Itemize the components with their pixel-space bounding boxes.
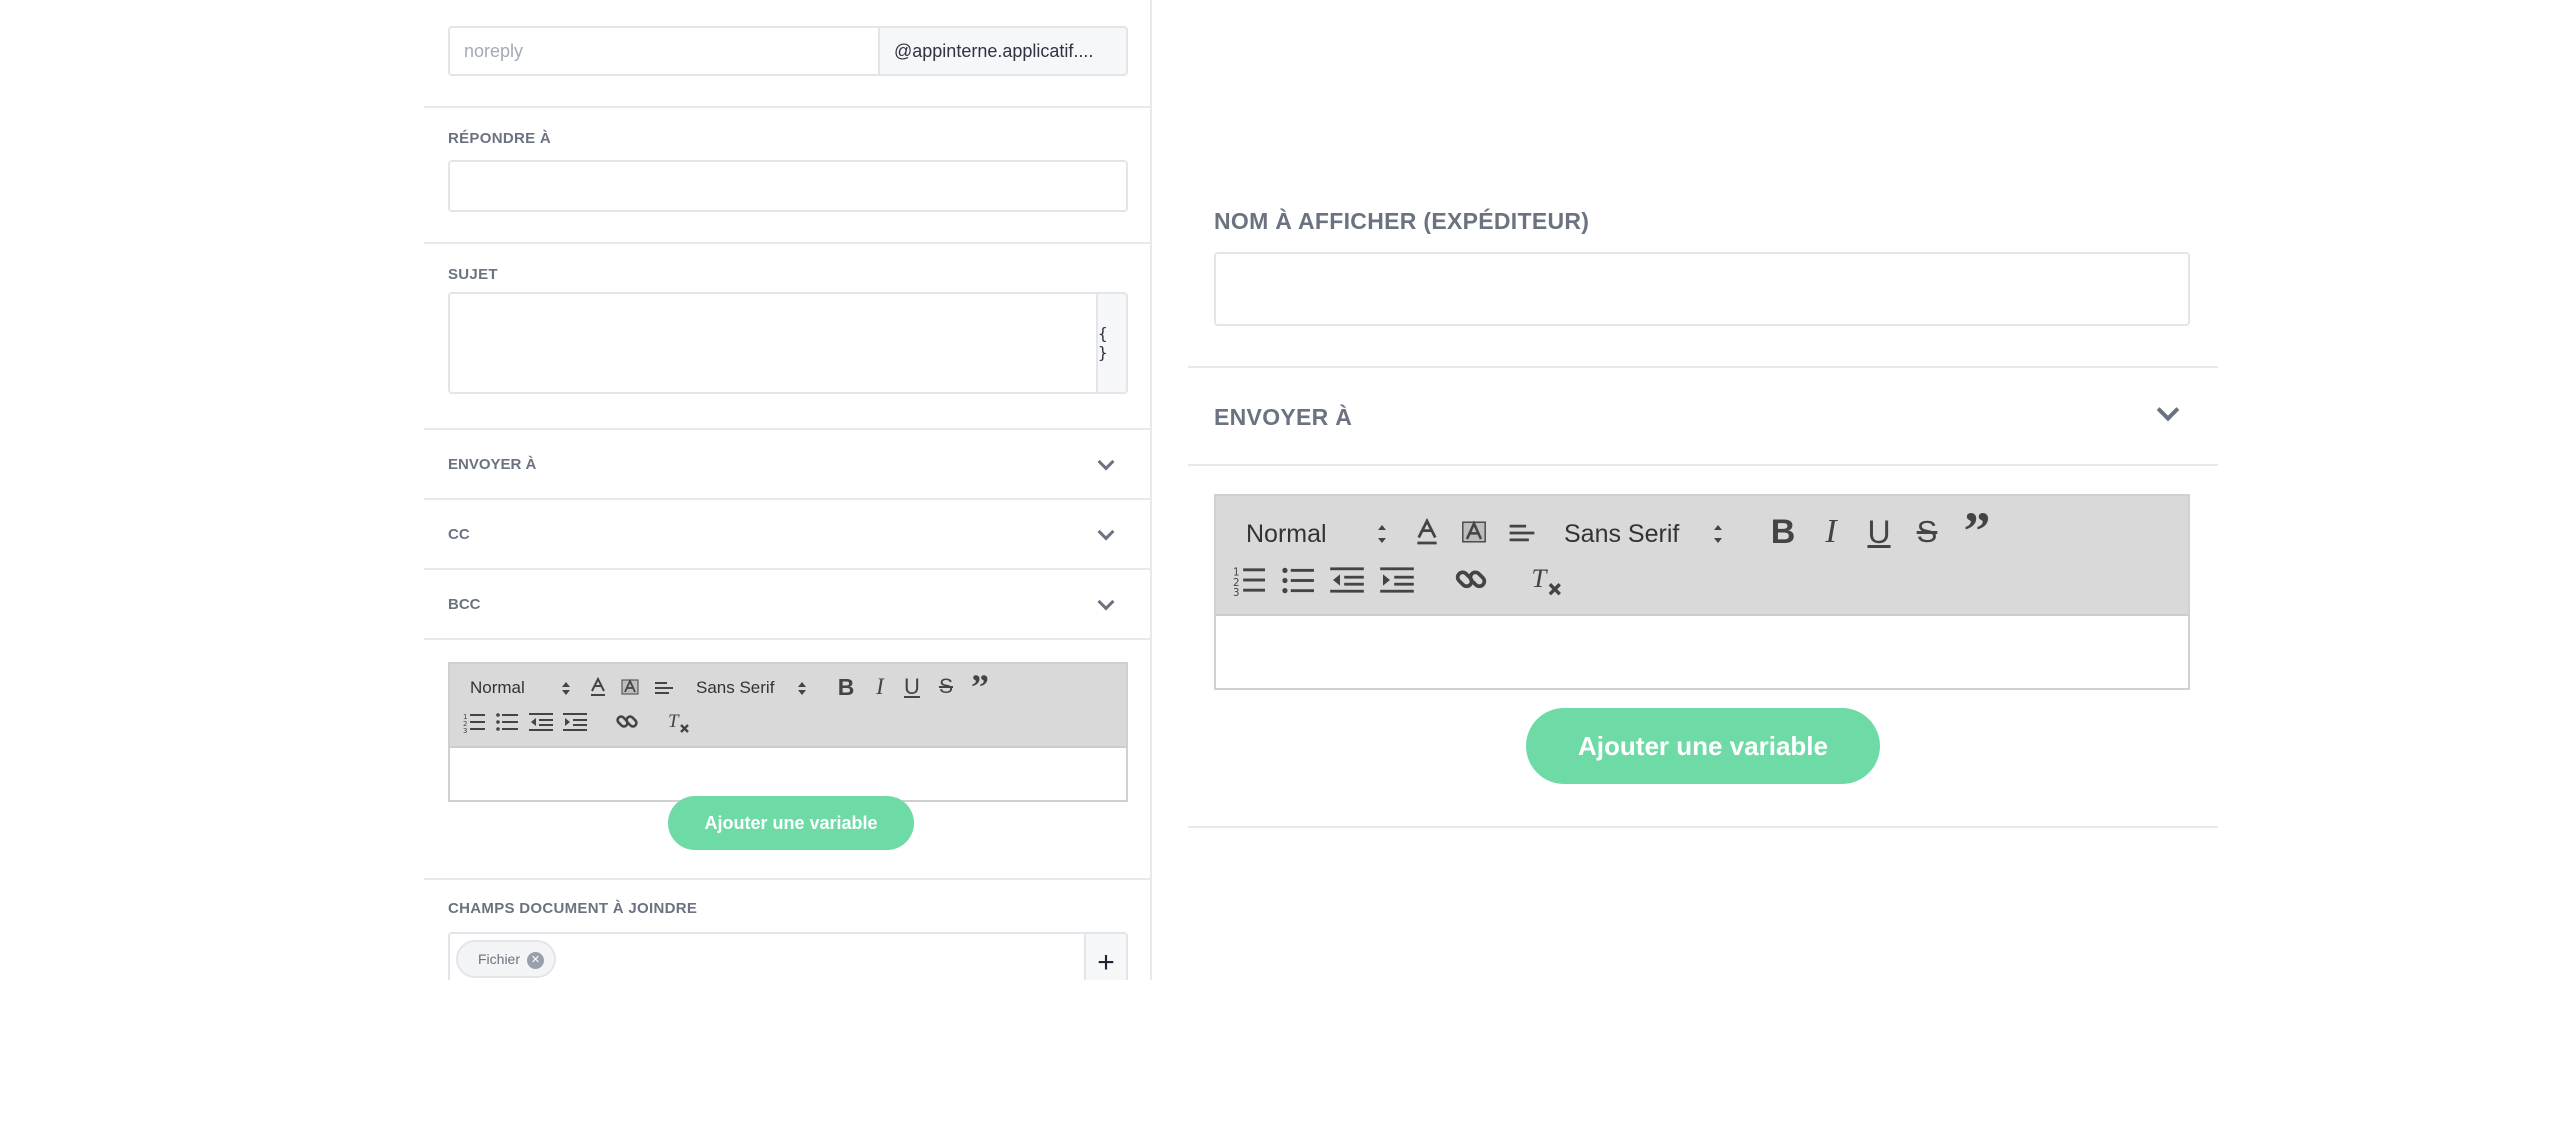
reply-to-label: RÉPONDRE À <box>448 130 552 147</box>
attachments-tag-input[interactable]: Fichier ✕ + <box>448 932 1128 980</box>
accordion-cc-label: CC <box>448 526 470 543</box>
sender-email-section: noreply @appinterne.applicatif.... <box>424 0 1150 108</box>
accordion-send-to-right[interactable]: ENVOYER À <box>1188 368 2218 464</box>
font-select[interactable]: Sans Serif <box>1564 520 1679 549</box>
right-form-panel: NOM À AFFICHER (EXPÉDITEUR) ENVOYER À No… <box>1188 0 2218 900</box>
display-name-input[interactable] <box>1214 252 2190 326</box>
font-color-icon[interactable] <box>588 674 608 700</box>
bullet-list-icon[interactable] <box>1280 560 1316 600</box>
clear-formatting-icon[interactable]: T <box>666 708 692 736</box>
accordion-bcc[interactable]: BCC <box>424 572 1150 640</box>
background-color-icon[interactable] <box>1460 514 1488 550</box>
remove-chip-icon[interactable]: ✕ <box>527 952 544 969</box>
blockquote-icon[interactable]: ” <box>968 667 992 707</box>
divider <box>1188 826 2218 828</box>
format-select[interactable]: Normal <box>1246 520 1327 549</box>
divider <box>1188 464 2218 466</box>
background-color-icon[interactable] <box>620 674 640 700</box>
editor-toolbar-right: Normal Sans Serif B I U S ” 123 T <box>1216 496 2188 616</box>
outdent-icon[interactable] <box>528 708 554 736</box>
accordion-send-to-right-label: ENVOYER À <box>1214 404 1353 430</box>
accordion-send-to-label: ENVOYER À <box>448 456 537 473</box>
editor-content-area[interactable] <box>1216 616 2188 688</box>
italic-icon[interactable]: I <box>870 674 890 700</box>
chevron-down-icon <box>1097 523 1115 541</box>
attachments-label: CHAMPS DOCUMENT À JOINDRE <box>448 900 698 917</box>
add-attachment-button[interactable]: + <box>1084 934 1126 980</box>
add-variable-button[interactable]: Ajouter une variable <box>668 796 914 850</box>
ordered-list-icon[interactable]: 123 <box>1232 560 1266 600</box>
blockquote-icon[interactable]: ” <box>1960 501 1994 561</box>
clear-formatting-icon[interactable]: T <box>1528 560 1566 600</box>
sender-local-input[interactable]: noreply <box>448 26 880 76</box>
link-icon[interactable] <box>614 708 640 736</box>
font-select-arrows-icon <box>798 682 806 695</box>
subject-input[interactable] <box>448 292 1102 394</box>
subject-variable-button[interactable]: { } <box>1096 292 1128 394</box>
format-select-arrows-icon <box>1378 525 1388 543</box>
indent-icon[interactable] <box>1378 560 1416 600</box>
add-variable-button-right[interactable]: Ajouter une variable <box>1526 708 1880 784</box>
left-form-panel: noreply @appinterne.applicatif.... RÉPON… <box>424 0 1152 980</box>
strikethrough-icon[interactable]: S <box>936 674 956 700</box>
reply-to-section: RÉPONDRE À <box>424 108 1150 244</box>
svg-text:3: 3 <box>463 727 467 733</box>
reply-to-input[interactable] <box>448 160 1128 212</box>
subject-label: SUJET <box>448 266 498 283</box>
attachment-chip: Fichier ✕ <box>456 940 556 978</box>
body-editor-right: Normal Sans Serif B I U S ” 123 T <box>1214 494 2190 690</box>
chevron-down-icon <box>1097 593 1115 611</box>
format-select-arrows-icon <box>562 682 570 695</box>
bullet-list-icon[interactable] <box>494 708 520 736</box>
format-select[interactable]: Normal <box>470 678 525 698</box>
display-name-label: NOM À AFFICHER (EXPÉDITEUR) <box>1214 208 1590 234</box>
outdent-icon[interactable] <box>1328 560 1366 600</box>
ordered-list-icon[interactable]: 123 <box>462 708 486 736</box>
accordion-send-to[interactable]: ENVOYER À <box>424 432 1150 500</box>
chevron-down-icon <box>1097 453 1115 471</box>
sender-domain-addon: @appinterne.applicatif.... <box>878 26 1128 76</box>
svg-text:T: T <box>1531 563 1548 593</box>
strikethrough-icon[interactable]: S <box>1912 512 1942 552</box>
indent-icon[interactable] <box>562 708 588 736</box>
align-left-icon[interactable] <box>654 676 674 700</box>
underline-icon[interactable]: U <box>902 674 922 700</box>
body-editor: Normal Sans Serif B I U S ” 123 T <box>448 662 1128 802</box>
attachment-chip-label: Fichier <box>478 951 521 967</box>
editor-content-area[interactable] <box>450 748 1126 800</box>
chevron-down-icon <box>2156 398 2180 422</box>
link-icon[interactable] <box>1452 560 1490 600</box>
italic-icon[interactable]: I <box>1816 512 1846 552</box>
font-color-icon[interactable] <box>1414 514 1440 550</box>
align-left-icon[interactable] <box>1508 516 1536 550</box>
svg-text:3: 3 <box>1233 588 1239 596</box>
accordion-cc[interactable]: CC <box>424 502 1150 570</box>
font-select-arrows-icon <box>1714 525 1724 543</box>
svg-text:T: T <box>668 711 680 732</box>
bold-icon[interactable]: B <box>836 674 856 700</box>
editor-toolbar: Normal Sans Serif B I U S ” 123 T <box>450 664 1126 748</box>
font-select[interactable]: Sans Serif <box>696 678 774 698</box>
bold-icon[interactable]: B <box>1768 512 1798 552</box>
underline-icon[interactable]: U <box>1864 512 1894 552</box>
accordion-bcc-label: BCC <box>448 596 481 613</box>
